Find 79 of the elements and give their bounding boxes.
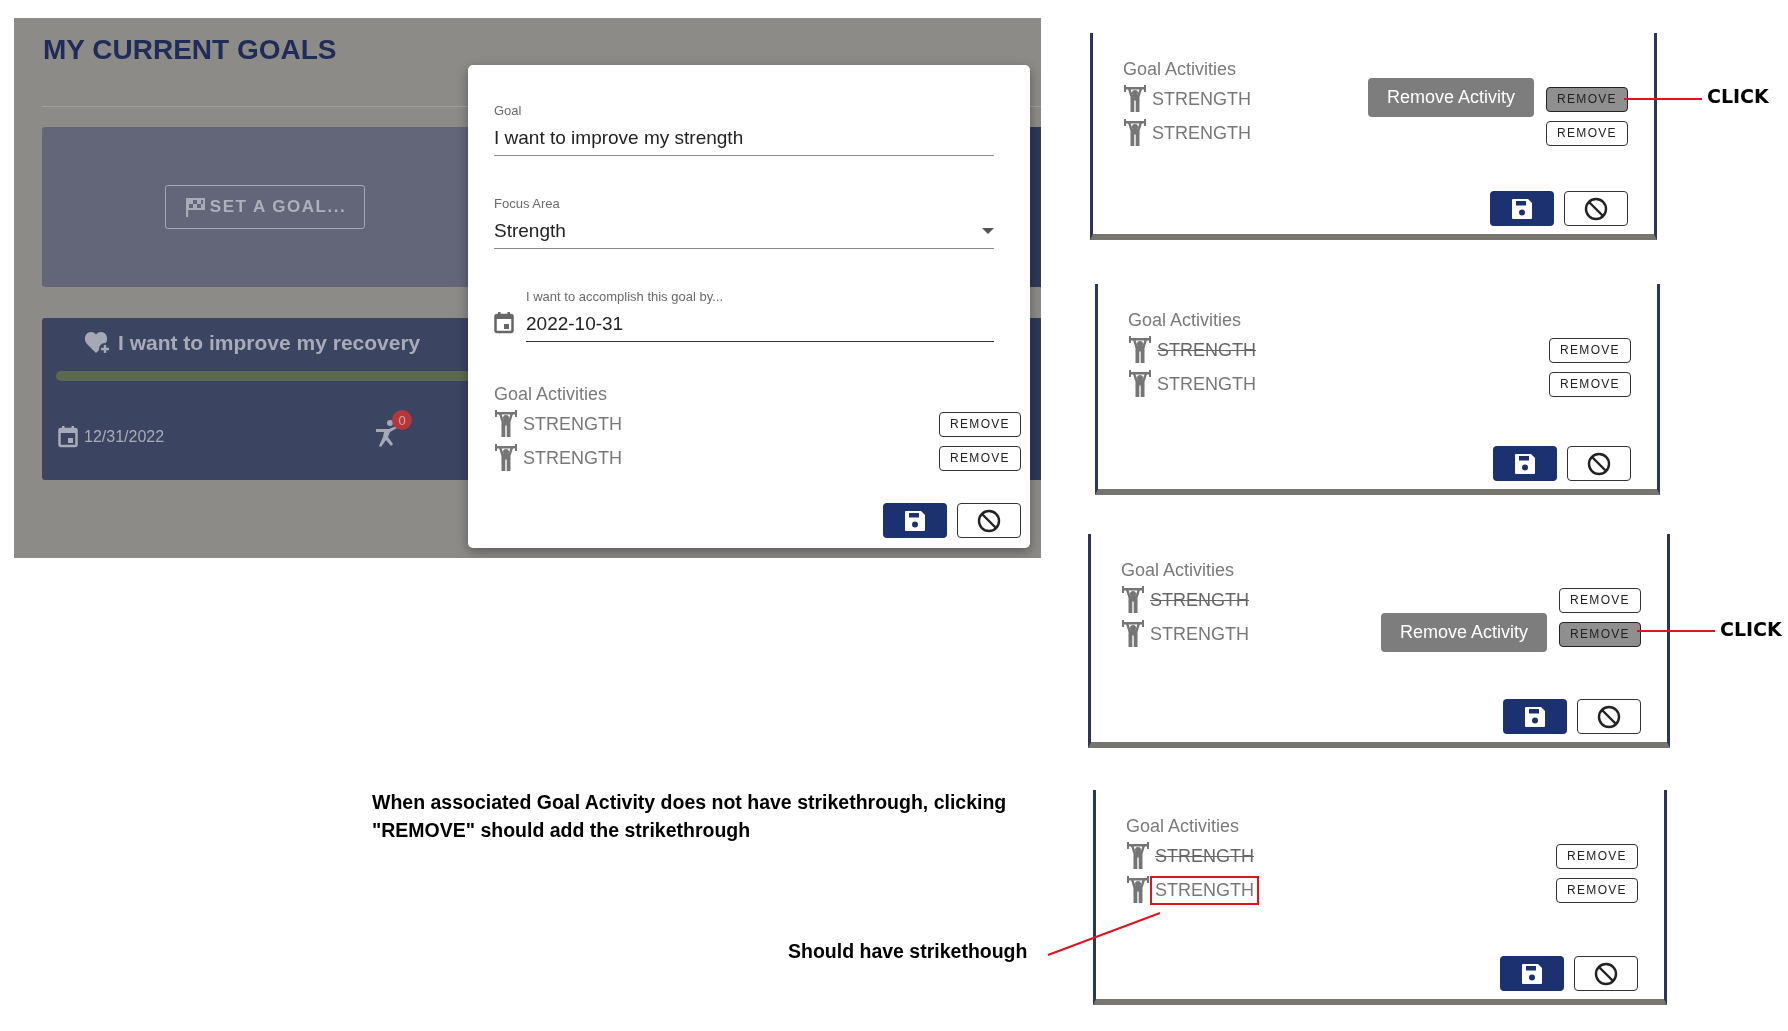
remove-button[interactable]: REMOVE — [1559, 587, 1641, 613]
field-label: Focus Area — [494, 196, 561, 211]
goal-date: 12/31/2022 — [84, 428, 165, 446]
weightlifter-icon — [494, 444, 518, 472]
goal-field[interactable]: Goal I want to improve my strength — [494, 103, 994, 156]
weightlifter-icon — [1126, 842, 1150, 870]
annotation-note: Should have strikethough — [788, 940, 1028, 963]
tooltip: Remove Activity — [1367, 77, 1534, 117]
flag-icon — [183, 196, 206, 218]
remove-button[interactable]: REMOVE — [1556, 843, 1638, 869]
weightlifter-icon — [494, 410, 518, 438]
weightlifter-icon — [1121, 620, 1145, 648]
field-value: Strength — [494, 220, 566, 242]
cancel-icon — [1594, 961, 1618, 986]
remove-button[interactable]: REMOVE — [1549, 337, 1631, 363]
activity-name: STRENGTH — [1149, 622, 1250, 646]
activity-name: STRENGTH — [1156, 338, 1257, 362]
cancel-icon — [977, 508, 1001, 533]
save-icon — [1524, 705, 1546, 728]
activity-name: STRENGTH — [1152, 877, 1257, 903]
section-label: Goal Activities — [1128, 310, 1243, 331]
cancel-button[interactable] — [957, 503, 1021, 538]
weightlifter-icon — [1128, 336, 1152, 364]
calendar-icon — [494, 312, 514, 334]
click-annotation: CLICK — [1720, 618, 1782, 640]
cancel-button[interactable] — [1574, 956, 1638, 991]
field-value: I want to improve my strength — [494, 127, 744, 149]
cancel-button[interactable] — [1564, 191, 1628, 226]
cancel-button[interactable] — [1567, 446, 1631, 481]
goal-title: I want to improve my recovery — [118, 331, 421, 355]
cancel-button[interactable] — [1577, 699, 1641, 734]
count-badge: 0 — [392, 410, 412, 430]
save-icon — [1511, 197, 1533, 220]
section-label: Goal Activities — [494, 384, 609, 405]
remove-button[interactable]: REMOVE — [1546, 120, 1628, 146]
click-annotation: CLICK — [1707, 85, 1769, 107]
save-icon — [1514, 452, 1536, 475]
activity-name: STRENGTH — [1151, 121, 1252, 145]
activity-name: STRENGTH — [522, 412, 623, 436]
field-value: 2022-10-31 — [526, 313, 624, 335]
heart-plus-icon — [84, 330, 112, 356]
field-label: I want to accomplish this goal by... — [526, 289, 725, 304]
remove-button[interactable]: REMOVE — [1559, 621, 1641, 647]
field-label: Goal — [494, 103, 523, 118]
save-button[interactable] — [1490, 191, 1554, 226]
save-icon — [1521, 962, 1543, 985]
weightlifter-icon — [1126, 876, 1150, 904]
remove-button[interactable]: REMOVE — [1549, 371, 1631, 397]
weightlifter-icon — [1121, 586, 1145, 614]
weightlifter-icon — [1123, 85, 1147, 113]
remove-button[interactable]: REMOVE — [1546, 86, 1628, 112]
cancel-icon — [1587, 451, 1611, 476]
weightlifter-icon — [1128, 370, 1152, 398]
remove-button[interactable]: REMOVE — [939, 445, 1021, 471]
save-icon — [904, 509, 926, 532]
tooltip: Remove Activity — [1380, 612, 1547, 652]
page-title: MY CURRENT GOALS — [43, 34, 337, 66]
focus-area-select[interactable]: Focus Area Strength — [494, 196, 994, 249]
remove-button[interactable]: REMOVE — [1556, 877, 1638, 903]
save-button[interactable] — [1493, 446, 1557, 481]
save-button[interactable] — [1500, 956, 1564, 991]
activity-name: STRENGTH — [522, 446, 623, 470]
activity-name: STRENGTH — [1149, 588, 1250, 612]
weightlifter-icon — [1123, 119, 1147, 147]
activity-name: STRENGTH — [1151, 87, 1252, 111]
cancel-icon — [1597, 704, 1621, 729]
save-button[interactable] — [883, 503, 947, 538]
section-label: Goal Activities — [1126, 816, 1241, 837]
dropdown-caret-icon — [982, 228, 994, 234]
calendar-icon — [58, 426, 78, 448]
activity-name: STRENGTH — [1154, 844, 1255, 868]
save-button[interactable] — [1503, 699, 1567, 734]
date-field[interactable]: I want to accomplish this goal by... 2022-10-31 — [526, 289, 994, 342]
annotation-note: When associated Goal Activity does not have strikethrough, clicking "REMOVE" should add the strikethrough — [372, 790, 1008, 843]
activity-name: STRENGTH — [1156, 372, 1257, 396]
section-label: Goal Activities — [1123, 59, 1238, 80]
cancel-icon — [1584, 196, 1608, 221]
section-label: Goal Activities — [1121, 560, 1236, 581]
remove-button[interactable]: REMOVE — [939, 411, 1021, 437]
